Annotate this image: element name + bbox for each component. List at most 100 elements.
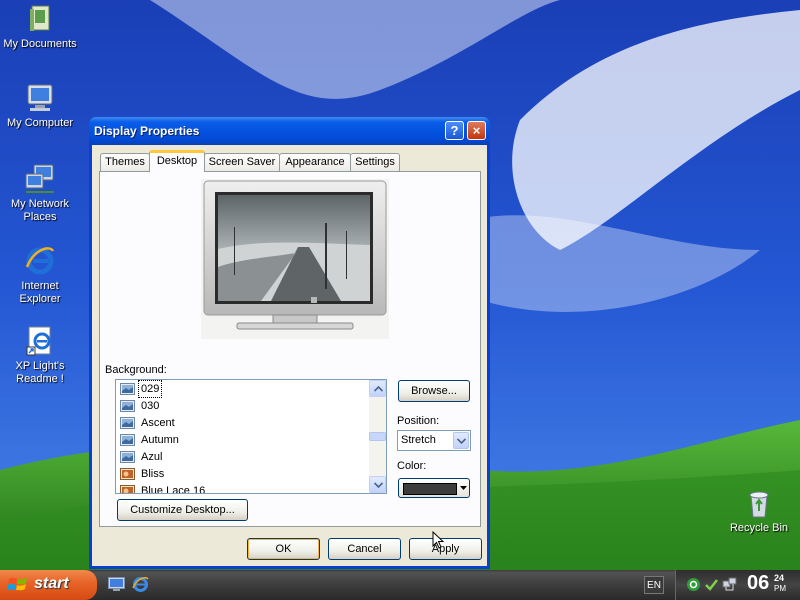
start-label: start xyxy=(34,575,69,592)
background-list-item-label: Blue Lace 16 xyxy=(141,485,206,494)
position-dropdown-button[interactable] xyxy=(453,432,469,449)
color-picker-button[interactable] xyxy=(398,478,470,498)
system-tray: 06 24 PM xyxy=(675,570,800,600)
taskbar: start EN 06 24 PM xyxy=(0,570,800,600)
desktop-icon-label: XP Light's Readme ! xyxy=(15,360,65,385)
shield-tray-icon[interactable] xyxy=(704,577,719,592)
tab-appearance[interactable]: Appearance xyxy=(279,153,351,171)
desktop-icon-readme[interactable]: XP Light's Readme ! xyxy=(0,325,80,386)
language-indicator[interactable]: EN xyxy=(644,576,664,594)
list-scrollbar[interactable] xyxy=(369,380,386,493)
desktop-icon-my-documents[interactable]: My Documents xyxy=(0,3,80,51)
background-list-item-label: Bliss xyxy=(141,468,165,480)
internet-explorer-icon xyxy=(24,245,56,277)
cancel-button[interactable]: Cancel xyxy=(328,538,401,560)
network-tray-icon[interactable] xyxy=(722,577,737,592)
clock-minute: 24 xyxy=(774,573,785,583)
background-list-item[interactable]: Ascent xyxy=(120,415,370,431)
background-list-item-label: Ascent xyxy=(141,417,175,429)
color-label: Color: xyxy=(397,460,427,472)
desktop-icon-label: Internet Explorer xyxy=(19,280,61,305)
my-computer-icon xyxy=(24,82,56,114)
background-list-item[interactable]: Bliss xyxy=(120,466,370,482)
network-places-icon xyxy=(24,163,56,195)
wallpaper-icon xyxy=(120,383,135,395)
background-list-item[interactable]: Blue Lace 16 xyxy=(120,483,370,494)
background-list-item-label: 030 xyxy=(141,400,160,412)
ok-button[interactable]: OK xyxy=(247,538,320,560)
help-icon: ? xyxy=(450,123,459,138)
position-value: Stretch xyxy=(401,434,436,446)
wallpaper-icon xyxy=(120,400,135,412)
desktop-icon-label: My Network Places xyxy=(10,198,70,223)
scroll-down-button[interactable] xyxy=(369,476,386,493)
cancel-button-label: Cancel xyxy=(347,543,382,555)
position-label: Position: xyxy=(397,415,440,427)
tab-settings[interactable]: Settings xyxy=(350,153,400,171)
desktop-icon-label: Recycle Bin xyxy=(729,522,789,534)
internet-explorer-quicklaunch-icon[interactable] xyxy=(132,576,149,593)
background-list-item[interactable]: 029 xyxy=(120,380,370,398)
wallpaper-icon xyxy=(120,434,135,446)
dialog-client-area: Themes Desktop Screen Saver Appearance S… xyxy=(92,145,487,566)
readme-icon xyxy=(24,325,56,357)
antivirus-tray-icon[interactable] xyxy=(686,577,701,592)
chevron-down-icon xyxy=(374,482,383,488)
scroll-up-button[interactable] xyxy=(369,380,386,397)
desktop-icon-label: My Documents xyxy=(3,38,77,50)
tab-label: Desktop xyxy=(156,155,198,167)
display-properties-window: Display Properties ? × Themes Desktop Sc… xyxy=(89,117,490,569)
window-titlebar[interactable]: Display Properties ? × xyxy=(89,117,490,145)
my-documents-icon xyxy=(24,3,56,35)
background-list-item-label: 029 xyxy=(137,380,163,398)
browse-button-label: Browse... xyxy=(411,385,457,397)
customize-desktop-label: Customize Desktop... xyxy=(130,504,235,516)
background-list-item-label: Autumn xyxy=(141,434,179,446)
background-list-item[interactable]: Azul xyxy=(120,449,370,465)
bitmap-icon xyxy=(120,468,135,480)
close-button[interactable]: × xyxy=(467,121,486,140)
help-button[interactable]: ? xyxy=(445,121,464,140)
tab-themes[interactable]: Themes xyxy=(100,153,150,171)
background-label: Background: xyxy=(105,364,167,376)
desktop-icon-my-computer[interactable]: My Computer xyxy=(0,82,80,130)
recycle-bin-icon xyxy=(743,487,775,519)
background-list-item[interactable]: 030 xyxy=(120,398,370,414)
monitor-preview xyxy=(201,179,389,339)
browse-button[interactable]: Browse... xyxy=(398,380,470,402)
background-list[interactable]: 029 030 Ascent Autumn Azul Bliss Blue Lace 16 xyxy=(115,379,387,494)
apply-button[interactable]: Apply xyxy=(409,538,482,560)
color-swatch xyxy=(403,483,457,495)
customize-desktop-button[interactable]: Customize Desktop... xyxy=(117,499,248,521)
start-button[interactable]: start xyxy=(0,570,97,600)
chevron-up-icon xyxy=(374,386,383,392)
desktop-icon-network-places[interactable]: My Network Places xyxy=(0,163,80,224)
position-select[interactable]: Stretch xyxy=(397,430,471,451)
windows-logo-icon xyxy=(8,577,27,591)
wallpaper-icon xyxy=(120,417,135,429)
bitmap-icon xyxy=(120,485,135,493)
tab-screen-saver[interactable]: Screen Saver xyxy=(204,153,280,171)
scroll-thumb[interactable] xyxy=(369,432,386,441)
chevron-down-icon xyxy=(457,438,466,444)
clock-hour[interactable]: 06 xyxy=(747,572,769,595)
desktop-tab-panel: Background: 029 030 Ascent Autumn Azul Bliss B… xyxy=(99,171,481,527)
tab-desktop[interactable]: Desktop xyxy=(149,150,205,172)
show-desktop-icon[interactable] xyxy=(108,577,125,592)
tab-label: Screen Saver xyxy=(208,156,276,168)
clock-period: PM xyxy=(774,584,786,593)
ok-button-label: OK xyxy=(275,543,292,555)
background-list-item-label: Azul xyxy=(141,451,163,463)
caret-down-icon xyxy=(460,486,467,490)
wallpaper-icon xyxy=(120,451,135,463)
desktop-icon-recycle-bin[interactable]: Recycle Bin xyxy=(719,487,799,535)
tab-label: Settings xyxy=(355,156,395,168)
background-list-item[interactable]: Autumn xyxy=(120,432,370,448)
window-title: Display Properties xyxy=(94,124,200,138)
tab-label: Appearance xyxy=(285,156,345,168)
mouse-cursor-icon xyxy=(432,531,444,549)
desktop-icon-internet-explorer[interactable]: Internet Explorer xyxy=(0,245,80,306)
desktop-icon-label: My Computer xyxy=(6,117,74,129)
close-icon: × xyxy=(472,123,481,138)
tab-label: Themes xyxy=(105,156,145,168)
